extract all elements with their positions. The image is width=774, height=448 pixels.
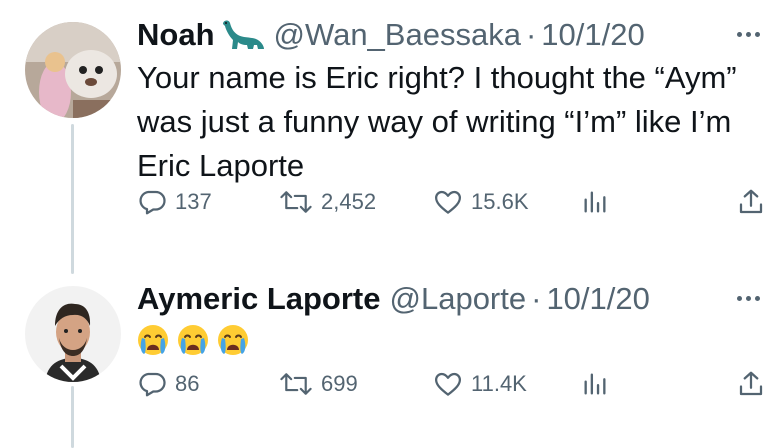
bar-chart-icon xyxy=(581,187,609,217)
retweet-button[interactable]: 699 xyxy=(279,369,358,399)
heart-icon xyxy=(433,187,463,217)
sauropod-emoji-icon xyxy=(221,18,265,52)
more-dots-icon[interactable] xyxy=(737,32,760,37)
share-upload-icon xyxy=(736,369,766,399)
like-button[interactable]: 15.6K xyxy=(433,187,529,217)
tweet-text: Your name is Eric right? I thought the “… xyxy=(137,56,774,188)
views-button[interactable] xyxy=(581,369,609,399)
crying-face-emoji-icon xyxy=(138,325,168,355)
retweet-arrows-icon xyxy=(279,369,313,399)
thread-line-lower xyxy=(71,386,74,448)
retweet-count: 2,452 xyxy=(321,189,377,214)
share-upload-icon xyxy=(736,187,766,217)
speech-bubble-icon xyxy=(137,187,167,217)
more-dots-icon[interactable] xyxy=(737,296,760,301)
like-button[interactable]: 11.4K xyxy=(433,369,527,399)
retweet-button[interactable]: 2,452 xyxy=(279,187,376,217)
heart-icon xyxy=(433,369,463,399)
bar-chart-icon xyxy=(581,369,609,399)
like-count: 11.4K xyxy=(471,371,527,396)
display-name[interactable]: Noah xyxy=(137,16,215,54)
user-handle[interactable]: @Laporte xyxy=(390,280,527,318)
thread-line-upper xyxy=(71,124,74,274)
reply-count: 137 xyxy=(175,189,212,214)
user-handle[interactable]: @Wan_Baessaka xyxy=(274,16,521,54)
display-name[interactable]: Aymeric Laporte xyxy=(137,280,381,318)
retweet-count: 699 xyxy=(321,371,358,396)
speech-bubble-icon xyxy=(137,369,167,399)
tweet-text-line: was just a funny way of writing “I’m” li… xyxy=(137,104,732,139)
tweet-header: Aymeric Laporte @Laporte · 10/1/20 xyxy=(137,280,774,318)
tweet-date[interactable]: 10/1/20 xyxy=(541,16,644,54)
tweet-laporte[interactable]: Aymeric Laporte @Laporte · 10/1/20 xyxy=(137,280,774,356)
avatar[interactable] xyxy=(25,286,121,382)
separator-dot: · xyxy=(531,281,542,316)
emoji-row xyxy=(137,324,774,356)
separator-dot: · xyxy=(525,17,537,52)
views-button[interactable] xyxy=(581,187,609,217)
share-button[interactable] xyxy=(736,187,766,217)
avatar[interactable] xyxy=(25,22,121,118)
tweet-header: Noah @Wan_Baessaka · 10/1/20 xyxy=(137,16,774,54)
crying-face-emoji-icon xyxy=(218,325,248,355)
tweet-text-line: Your name is Eric right? I thought the “… xyxy=(137,60,737,95)
reply-button[interactable]: 86 xyxy=(137,369,199,399)
crying-face-emoji-icon xyxy=(178,325,208,355)
reply-count: 86 xyxy=(175,371,200,396)
tweet-text-line: Eric Laporte xyxy=(137,148,305,183)
retweet-arrows-icon xyxy=(279,187,313,217)
share-button[interactable] xyxy=(736,369,766,399)
like-count: 15.6K xyxy=(471,189,529,214)
tweet-noah[interactable]: Noah @Wan_Baessaka · 10/1/20 Your name i… xyxy=(137,16,774,188)
tweet-date[interactable]: 10/1/20 xyxy=(546,280,649,318)
reply-button[interactable]: 137 xyxy=(137,187,212,217)
